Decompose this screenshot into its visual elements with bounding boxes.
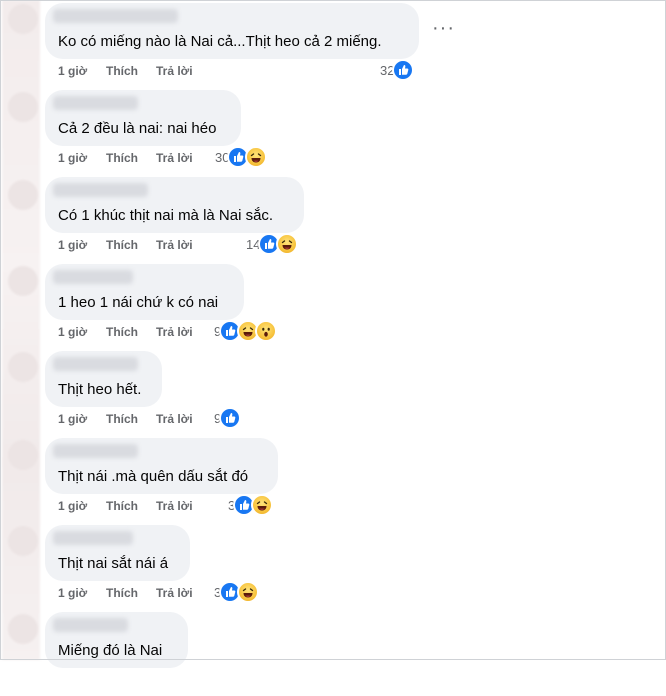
reaction-summary[interactable]: 32 [380, 59, 415, 81]
comment: Thịt heo hết. 1 giờ Thích Trả lời 9 [0, 348, 666, 435]
comment: Miếng đó là Nai [0, 609, 666, 696]
reaction-summary[interactable]: 3 [214, 581, 260, 603]
laughing-face-icon [276, 233, 299, 255]
author-name[interactable] [53, 9, 178, 23]
laughing-face-icon [237, 581, 260, 603]
reaction-summary[interactable]: 30 [215, 146, 268, 168]
timestamp[interactable]: 1 giờ [58, 324, 87, 340]
comment: 1 heo 1 nái chứ k có nai 1 giờ Thích Trả… [0, 261, 666, 348]
timestamp[interactable]: 1 giờ [58, 150, 87, 166]
author-name[interactable] [53, 444, 138, 458]
reply-button[interactable]: Trả lời [156, 63, 193, 79]
thumbs-up-icon [219, 407, 242, 429]
laughing-face-icon [245, 146, 268, 168]
author-name[interactable] [53, 96, 138, 110]
reaction-summary[interactable]: 14 [246, 233, 299, 255]
like-button[interactable]: Thích [106, 324, 138, 340]
like-button[interactable]: Thích [106, 63, 138, 79]
author-name[interactable] [53, 357, 138, 371]
surprised-face-icon [255, 320, 278, 342]
author-name[interactable] [53, 270, 133, 284]
comment-text: Có 1 khúc thịt nai mà là Nai sắc. [58, 207, 274, 224]
reaction-summary[interactable]: 3 [228, 494, 274, 516]
comment-bubble: Ko có miếng nào là Nai cả...Thịt heo cả … [45, 3, 419, 59]
thumbs-up-icon [392, 59, 415, 81]
comment-text: Miếng đó là Nai [58, 642, 163, 659]
reply-button[interactable]: Trả lời [156, 237, 193, 253]
comment-text: Thịt heo hết. [58, 381, 142, 398]
author-name[interactable] [53, 618, 128, 632]
comment: Ko có miếng nào là Nai cả...Thịt heo cả … [0, 0, 666, 87]
like-button[interactable]: Thích [106, 498, 138, 514]
comment-text: 1 heo 1 nái chứ k có nai [58, 294, 219, 311]
comment: Cả 2 đều là nai: nai héo 1 giờ Thích Trả… [0, 87, 666, 174]
comment: Thịt nái .mà quên dấu sắt đó 1 giờ Thích… [0, 435, 666, 522]
reply-button[interactable]: Trả lời [156, 411, 193, 427]
timestamp[interactable]: 1 giờ [58, 585, 87, 601]
comment-bubble: Có 1 khúc thịt nai mà là Nai sắc. [45, 177, 304, 233]
comment-bubble: Thịt nai sắt nái á [45, 525, 190, 581]
comment-bubble: Thịt heo hết. [45, 351, 162, 407]
like-button[interactable]: Thích [106, 237, 138, 253]
comment-text: Ko có miếng nào là Nai cả...Thịt heo cả … [58, 33, 382, 50]
timestamp[interactable]: 1 giờ [58, 237, 87, 253]
author-name[interactable] [53, 183, 148, 197]
author-name[interactable] [53, 531, 133, 545]
timestamp[interactable]: 1 giờ [58, 411, 87, 427]
like-button[interactable]: Thích [106, 585, 138, 601]
comment-text: Cả 2 đều là nai: nai héo [58, 120, 217, 137]
reaction-summary[interactable]: 9 [214, 320, 278, 342]
comment-bubble: Thịt nái .mà quên dấu sắt đó [45, 438, 278, 494]
timestamp[interactable]: 1 giờ [58, 498, 87, 514]
comment-text: Thịt nái .mà quên dấu sắt đó [58, 468, 249, 485]
comment-bubble: Cả 2 đều là nai: nai héo [45, 90, 241, 146]
timestamp[interactable]: 1 giờ [58, 63, 87, 79]
comment-bubble: 1 heo 1 nái chứ k có nai [45, 264, 244, 320]
like-button[interactable]: Thích [106, 150, 138, 166]
like-button[interactable]: Thích [106, 411, 138, 427]
comment: Thịt nai sắt nái á 1 giờ Thích Trả lời 3 [0, 522, 666, 609]
reply-button[interactable]: Trả lời [156, 324, 193, 340]
laughing-face-icon [251, 494, 274, 516]
reply-button[interactable]: Trả lời [156, 585, 193, 601]
reply-button[interactable]: Trả lời [156, 498, 193, 514]
reply-button[interactable]: Trả lời [156, 150, 193, 166]
reaction-summary[interactable]: 9 [214, 407, 242, 429]
comment-text: Thịt nai sắt nái á [58, 555, 169, 572]
comment: Có 1 khúc thịt nai mà là Nai sắc. 1 giờ … [0, 174, 666, 261]
